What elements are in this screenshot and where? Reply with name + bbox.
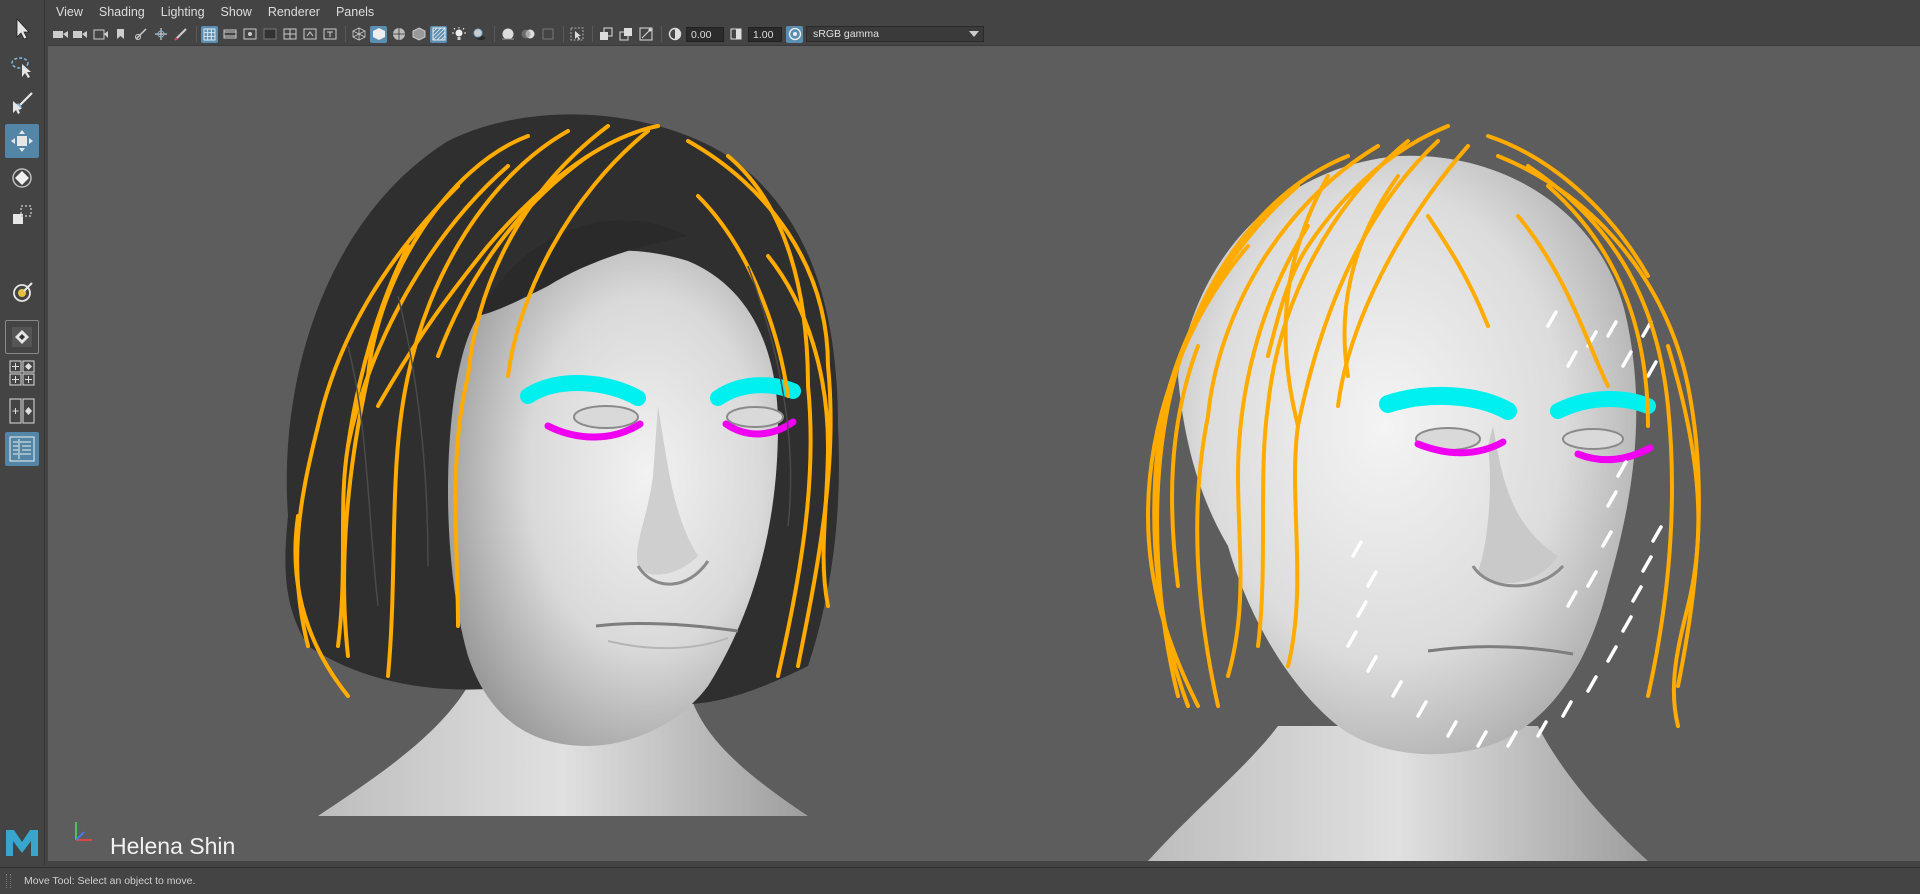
grease-pencil-icon[interactable] xyxy=(172,26,189,43)
menu-lighting[interactable]: Lighting xyxy=(153,5,213,19)
menu-view[interactable]: View xyxy=(48,5,91,19)
two-panel-layout-icon[interactable] xyxy=(5,394,39,428)
gamma-field[interactable]: 1.00 xyxy=(748,26,782,42)
toolbar-separator xyxy=(494,26,495,42)
toolbar-separator xyxy=(661,26,662,42)
film-gate-icon[interactable] xyxy=(221,26,238,43)
head-right xyxy=(1145,124,1701,861)
multisample-antialiasing-icon[interactable] xyxy=(539,26,556,43)
wireframe-on-shaded-icon[interactable] xyxy=(390,26,407,43)
maya-window: View Shading Lighting Show Renderer Pane… xyxy=(0,0,1920,894)
toolbar-separator xyxy=(345,26,346,42)
panel-toolbar: 0.00 1.00 sRGB gamma xyxy=(52,23,1000,45)
color-management-icon[interactable] xyxy=(786,25,803,43)
menu-shading[interactable]: Shading xyxy=(91,5,153,19)
bookmark-icon[interactable] xyxy=(112,26,129,43)
view-transform-dropdown[interactable]: sRGB gamma xyxy=(806,26,984,42)
exposure-icon[interactable] xyxy=(666,26,683,43)
screen-space-ambient-occlusion-icon[interactable] xyxy=(499,26,516,43)
lasso-tool-icon[interactable] xyxy=(5,50,39,84)
textured-icon[interactable] xyxy=(410,26,427,43)
menu-renderer[interactable]: Renderer xyxy=(260,5,328,19)
perspective-viewport[interactable]: Helena Shin xyxy=(48,45,1920,861)
viewport-watermark: Helena Shin xyxy=(110,833,236,859)
viewport-scene xyxy=(285,114,1701,861)
outliner-layout-icon[interactable] xyxy=(5,432,39,466)
menu-show[interactable]: Show xyxy=(213,5,260,19)
gate-mask-icon[interactable] xyxy=(261,26,278,43)
head-left xyxy=(285,114,839,816)
rotate-tool-icon[interactable] xyxy=(5,161,39,195)
xray-joints-icon[interactable] xyxy=(637,26,654,43)
lights-icon[interactable] xyxy=(450,26,467,43)
view-transform-value: sRGB gamma xyxy=(813,28,879,40)
select-camera-icon[interactable] xyxy=(52,26,69,43)
help-line: Move Tool: Select an object to move. xyxy=(0,867,1920,894)
paint-select-tool-icon[interactable] xyxy=(5,86,39,120)
smooth-shade-icon[interactable] xyxy=(370,25,387,43)
xray-active-components-icon[interactable] xyxy=(617,26,634,43)
four-panel-layout-icon[interactable] xyxy=(5,356,39,390)
exposure-field[interactable]: 0.00 xyxy=(686,26,724,42)
toolbar-separator xyxy=(563,26,564,42)
safe-action-icon[interactable] xyxy=(301,26,318,43)
grid-icon[interactable] xyxy=(201,25,218,43)
axis-gizmo xyxy=(75,822,92,841)
panel-menubar: View Shading Lighting Show Renderer Pane… xyxy=(48,0,1920,24)
camera-attributes-icon[interactable] xyxy=(72,26,89,43)
use-all-lights-icon[interactable] xyxy=(430,25,447,43)
resolution-gate-icon[interactable] xyxy=(241,26,258,43)
single-perspective-layout-icon[interactable] xyxy=(5,320,39,354)
field-chart-icon[interactable] xyxy=(281,26,298,43)
shadows-icon[interactable] xyxy=(470,26,487,43)
scale-tool-icon[interactable] xyxy=(5,198,39,232)
menu-panels[interactable]: Panels xyxy=(328,5,382,19)
move-tool-icon[interactable] xyxy=(5,124,39,158)
help-line-message: Move Tool: Select an object to move. xyxy=(24,875,196,887)
drag-grip-icon[interactable] xyxy=(6,874,11,888)
select-tool-icon[interactable] xyxy=(5,12,39,46)
toolbox xyxy=(0,0,45,865)
image-plane-icon[interactable] xyxy=(132,26,149,43)
toolbar-separator xyxy=(592,26,593,42)
bookmarks-icon[interactable] xyxy=(92,26,109,43)
wireframe-icon[interactable] xyxy=(350,26,367,43)
isolate-select-icon[interactable] xyxy=(568,26,585,43)
motion-blur-icon[interactable] xyxy=(519,26,536,43)
last-used-tool-icon[interactable] xyxy=(5,275,39,309)
safe-title-icon[interactable] xyxy=(321,26,338,43)
xray-icon[interactable] xyxy=(597,26,614,43)
two-d-pan-zoom-icon[interactable] xyxy=(152,26,169,43)
maya-logo-icon xyxy=(6,830,38,856)
gamma-icon[interactable] xyxy=(728,26,745,43)
chevron-down-icon xyxy=(969,28,979,40)
toolbar-separator xyxy=(196,26,197,42)
